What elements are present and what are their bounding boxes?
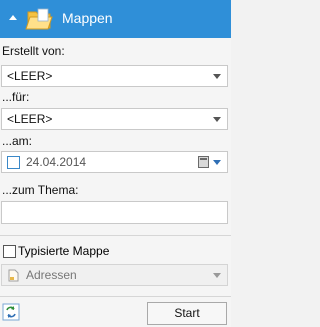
- chevron-down-icon[interactable]: [213, 160, 221, 165]
- chevron-down-icon[interactable]: [213, 74, 221, 79]
- creator-combobox[interactable]: <LEER>: [1, 65, 228, 87]
- typed-folder-label[interactable]: Typisierte Mappe: [18, 244, 109, 258]
- open-folder-icon: [25, 8, 53, 30]
- for-label: ...für:: [2, 90, 30, 104]
- start-button[interactable]: Start: [147, 302, 227, 325]
- mappen-panel: Mappen Erstellt von: <LEER> ...für: <LEE…: [0, 0, 231, 327]
- topic-label: ...zum Thema:: [2, 183, 79, 197]
- date-picker[interactable]: 24.04.2014: [1, 151, 228, 173]
- collapse-up-icon[interactable]: [9, 15, 17, 20]
- for-combobox[interactable]: <LEER>: [1, 108, 228, 130]
- folder-type-value: Adressen: [26, 268, 77, 282]
- creator-label: Erstellt von:: [2, 44, 65, 58]
- creator-value: <LEER>: [7, 69, 53, 83]
- document-icon: [8, 269, 19, 282]
- calendar-icon[interactable]: [198, 156, 209, 168]
- date-enable-checkbox[interactable]: [7, 156, 20, 169]
- typed-folder-checkbox[interactable]: [3, 245, 16, 258]
- date-value: 24.04.2014: [26, 155, 87, 169]
- footer-divider: [0, 296, 231, 297]
- topic-input[interactable]: [1, 201, 228, 224]
- chevron-down-icon[interactable]: [213, 273, 221, 278]
- section-divider: [0, 235, 231, 236]
- for-value: <LEER>: [7, 112, 53, 126]
- date-label: ...am:: [2, 134, 33, 148]
- folder-type-combobox[interactable]: Adressen: [1, 264, 228, 286]
- panel-title: Mappen: [62, 10, 113, 26]
- refresh-icon[interactable]: [2, 303, 20, 321]
- panel-header[interactable]: Mappen: [0, 0, 231, 38]
- chevron-down-icon[interactable]: [213, 117, 221, 122]
